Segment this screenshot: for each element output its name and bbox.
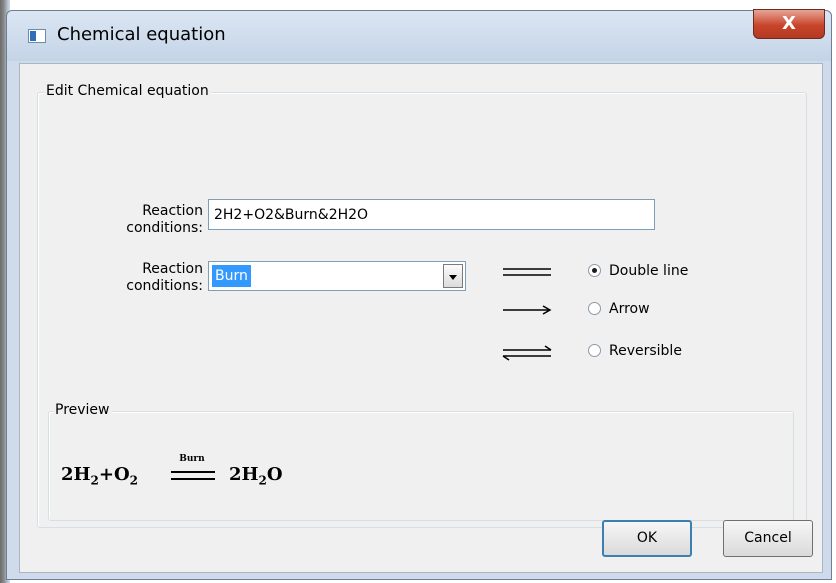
preview-reactants: 2H2+O2 [61, 464, 139, 488]
edit-equation-legend: Edit Chemical equation [44, 83, 211, 99]
double-line-icon [503, 268, 551, 276]
arrow-icon [503, 305, 552, 315]
preview-condition: Burn [179, 454, 205, 464]
condition-label: Reaction conditions: [126, 261, 203, 294]
radio-reversible-label: Reversible [609, 343, 682, 359]
ok-button[interactable]: OK [602, 520, 692, 557]
reversible-icon [502, 345, 552, 361]
radio-double-line-label: Double line [609, 263, 689, 279]
preview-legend: Preview [53, 402, 112, 418]
radio-arrow-label: Arrow [609, 301, 650, 317]
radio-arrow-button[interactable] [588, 302, 601, 315]
condition-selected-value: Burn [212, 265, 251, 287]
preview-double-line-bottom [171, 478, 215, 480]
radio-reversible-button[interactable] [588, 344, 601, 357]
dialog-body: Edit Chemical equation Reaction conditio… [19, 63, 823, 573]
equation-label: Reaction conditions: [126, 203, 203, 236]
chevron-down-icon[interactable] [443, 264, 463, 288]
condition-select[interactable]: Burn [208, 261, 466, 291]
cancel-button[interactable]: Cancel [723, 520, 813, 557]
close-button[interactable]: X [753, 9, 825, 39]
edit-equation-group: Edit Chemical equation Reaction conditio… [37, 83, 807, 528]
preview-product: 2H2O [229, 464, 283, 488]
title-bar[interactable]: Chemical equation X [7, 9, 831, 61]
preview-group: Preview 2H2+O2 Burn 2H2O [48, 402, 794, 521]
window-title: Chemical equation [57, 24, 226, 45]
app-icon [28, 29, 46, 43]
radio-double-line-button[interactable] [588, 264, 601, 277]
chemical-equation-dialog: Chemical equation X Edit Chemical equati… [6, 9, 832, 580]
preview-double-line-top [171, 471, 215, 473]
equation-input[interactable]: 2H2+O2&Burn&2H2O [208, 199, 655, 230]
